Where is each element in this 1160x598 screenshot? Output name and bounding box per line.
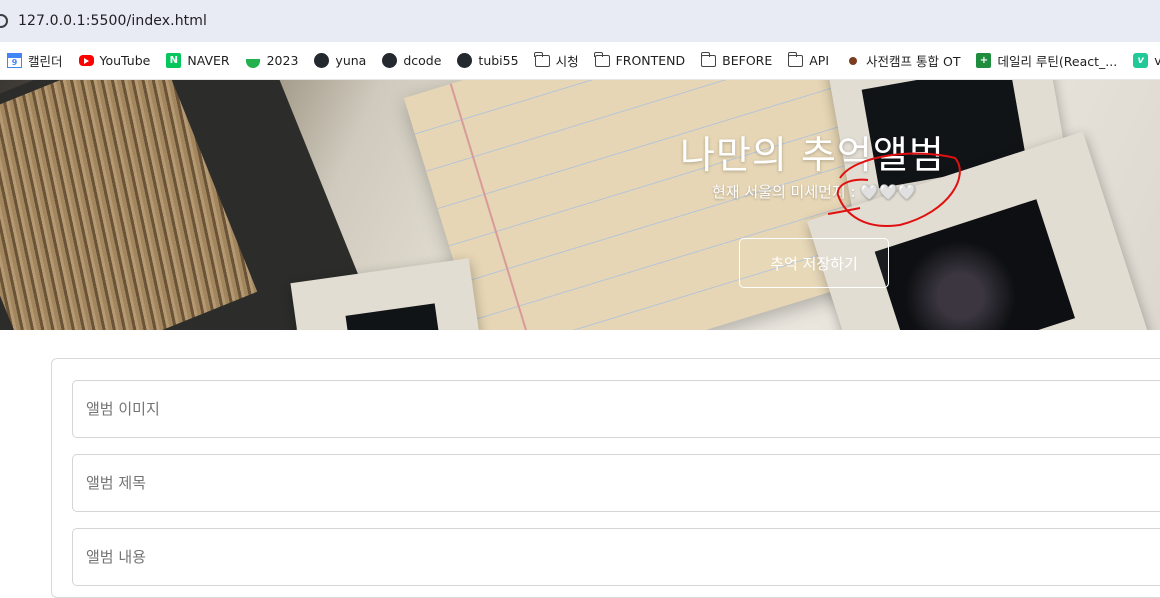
velog-icon: v [1133,53,1149,68]
bookmark-label: FRONTEND [615,53,686,68]
bookmark-label: velog [1154,53,1160,68]
github-icon [382,53,398,68]
bookmarks-bar: 9 캘린더 YouTube N NAVER 2023 yuna dcode tu… [0,42,1160,80]
bookmark-yuna[interactable]: yuna [314,53,366,68]
bookmark-folder-before[interactable]: BEFORE [700,51,773,68]
bookmark-velog[interactable]: v velog [1133,53,1160,68]
bookmark-label: 시청 [555,54,579,69]
google-calendar-icon: 9 [7,53,22,68]
bookmark-folder-sicheong[interactable]: 시청 [533,51,579,70]
bookmark-dcode[interactable]: dcode [382,53,441,68]
album-image-input[interactable] [72,380,1160,438]
fine-dust-status: 현재 서울의 미세먼지 : 🤍🤍🤍 [712,181,916,202]
bookmark-label: BEFORE [722,53,773,68]
bookmark-2023[interactable]: 2023 [246,53,299,68]
bookmark-label: 데일리 루틴(React_... [997,54,1118,69]
album-title-input[interactable] [72,454,1160,512]
bookmark-youtube[interactable]: YouTube [78,53,151,68]
github-icon [457,53,473,68]
bookmark-label: API [809,53,830,68]
bookmark-label: 캘린더 [28,54,63,69]
fine-dust-value: 🤍🤍🤍 [860,183,917,201]
person-icon [845,53,860,68]
bookmark-tubi55[interactable]: tubi55 [457,53,519,68]
album-content-input[interactable] [72,528,1160,586]
site-info-icon[interactable] [0,14,8,28]
bookmark-precamp-ot[interactable]: 사전캠프 통합 OT [845,51,960,70]
bookmark-label: yuna [335,53,367,68]
folder-icon [787,51,804,67]
naver-icon: N [166,53,182,68]
bookmark-folder-api[interactable]: API [787,51,830,68]
browser-url-bar[interactable]: 127.0.0.1:5500/index.html [0,0,1160,42]
bookmark-label: YouTube [99,53,151,68]
bookmark-label: 2023 [266,53,299,68]
bookmark-folder-frontend[interactable]: FRONTEND [593,51,686,68]
folder-icon [700,51,717,67]
sheets-plus-icon: + [976,53,992,68]
folder-icon [533,51,550,67]
bookmark-label: tubi55 [478,53,519,68]
album-form [51,358,1160,598]
page-title: 나만의 추억앨범 [680,133,945,177]
hero-banner: 나만의 추억앨범 현재 서울의 미세먼지 : 🤍🤍🤍 추억 저장하기 [0,80,1160,330]
fine-dust-label: 현재 서울의 미세먼지 : [712,183,861,201]
github-icon [314,53,330,68]
folder-icon [593,51,610,67]
bookmark-calendar[interactable]: 9 캘린더 [7,51,63,70]
hero-content: 나만의 추억앨범 현재 서울의 미세먼지 : 🤍🤍🤍 추억 저장하기 [0,80,1160,330]
youtube-icon [78,55,94,66]
url-text[interactable]: 127.0.0.1:5500/index.html [18,13,207,29]
bookmark-daily-routine[interactable]: + 데일리 루틴(React_... [976,51,1117,70]
leaf-icon [246,53,261,68]
save-memory-button[interactable]: 추억 저장하기 [739,238,889,288]
bookmark-naver[interactable]: N NAVER [166,53,230,68]
bookmark-label: 사전캠프 통합 OT [866,54,961,69]
bookmark-label: NAVER [187,53,230,68]
bookmark-label: dcode [403,53,442,68]
